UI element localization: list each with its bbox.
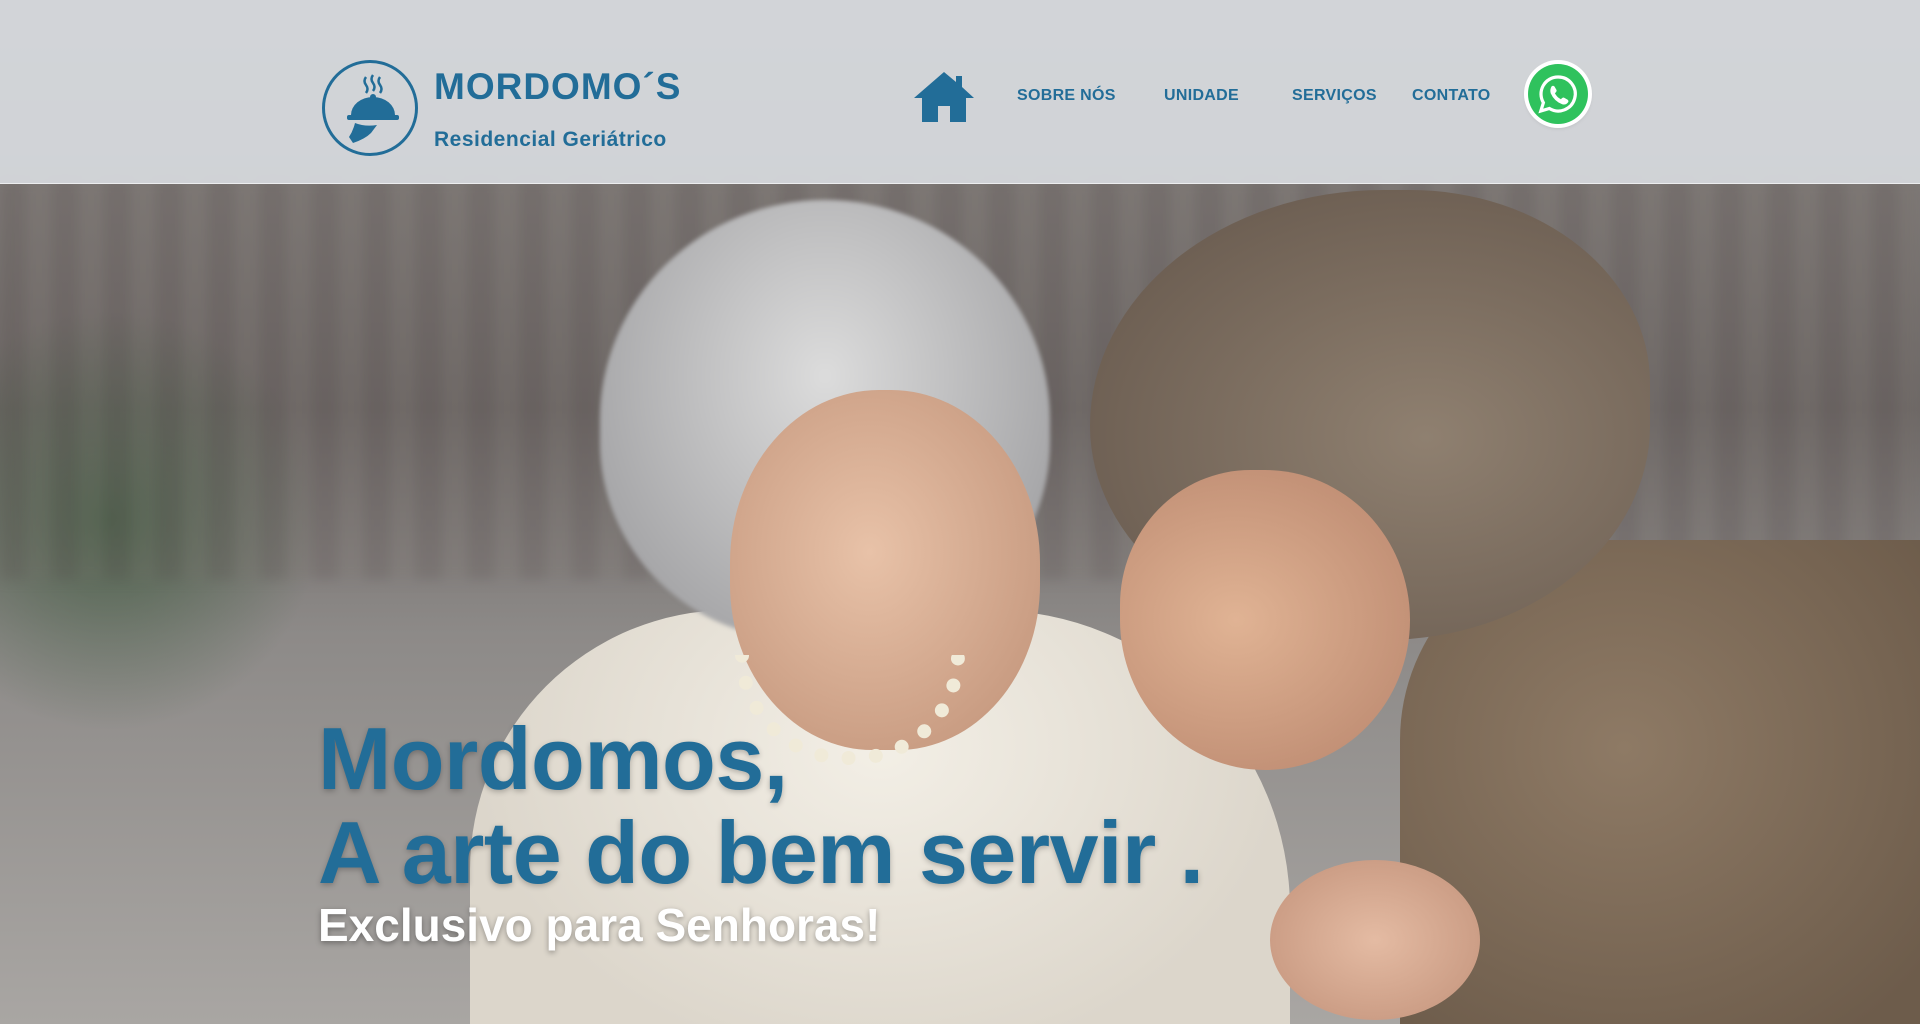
brand-subtitle: Residencial Geriátrico [434, 128, 667, 151]
nav-contato[interactable]: CONTATO [1412, 87, 1491, 105]
hero-headline-line-2: A arte do bem servir . [318, 803, 1204, 902]
brand-logo[interactable] [322, 60, 418, 156]
hero-headline: Mordomos, A arte do bem servir . [318, 712, 1204, 900]
held-hands [1270, 860, 1480, 1020]
site-header: MORDOMO´S Residencial Geriátrico SOBRE N… [0, 0, 1920, 184]
nav-home-link[interactable] [912, 70, 976, 124]
nav-unidade[interactable]: UNIDADE [1164, 87, 1239, 105]
nav-sobre-nos[interactable]: SOBRE NÓS [1017, 87, 1116, 105]
whatsapp-icon [1538, 75, 1577, 114]
home-icon [914, 72, 974, 122]
hero-tagline: Exclusivo para Senhoras! [318, 899, 881, 951]
brand-name[interactable]: MORDOMO´S [434, 66, 681, 108]
whatsapp-button[interactable] [1528, 64, 1588, 124]
cloche-tray-icon [347, 74, 399, 143]
hero-headline-line-1: Mordomos, [318, 709, 788, 808]
nav-servicos[interactable]: SERVIÇOS [1292, 87, 1377, 105]
